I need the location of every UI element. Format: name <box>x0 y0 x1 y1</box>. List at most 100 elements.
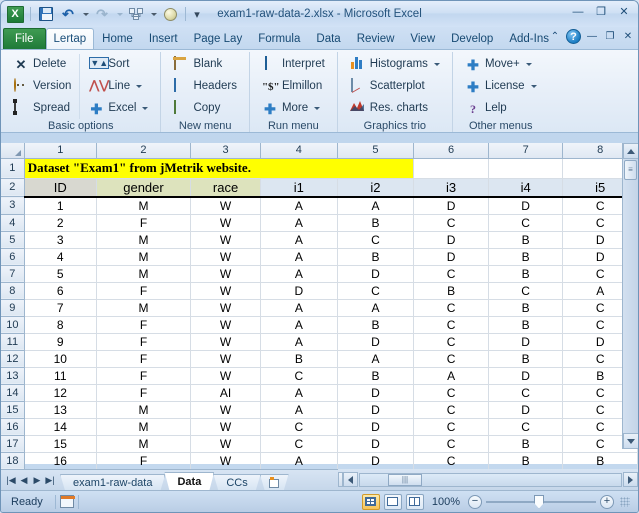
minimize-button[interactable]: — <box>568 4 588 19</box>
data-cell[interactable]: C <box>488 282 564 300</box>
data-cell[interactable]: C <box>413 350 489 368</box>
data-cell[interactable]: M <box>96 401 192 419</box>
ribbon-button-move-[interactable]: ✚ Move+ <box>460 54 542 75</box>
data-cell[interactable]: B <box>337 248 415 266</box>
data-cell[interactable]: C <box>413 299 489 317</box>
data-cell[interactable]: M <box>96 299 192 317</box>
column-header-6[interactable]: 6 <box>413 143 489 159</box>
data-cell[interactable]: A <box>337 299 415 317</box>
ribbon-tab-page-lay[interactable]: Page Lay <box>186 28 251 49</box>
data-cell[interactable]: 10 <box>24 350 97 368</box>
page-break-view-button[interactable] <box>405 493 424 510</box>
data-cell[interactable]: M <box>96 265 192 283</box>
zoom-out-button[interactable]: − <box>468 494 482 509</box>
data-cell[interactable]: F <box>96 333 192 351</box>
scroll-up-button[interactable] <box>623 143 638 159</box>
data-cell[interactable]: A <box>260 384 338 402</box>
column-header-2[interactable]: 2 <box>96 143 192 159</box>
data-cell[interactable]: B <box>488 248 564 266</box>
data-cell[interactable]: 16 <box>24 452 97 470</box>
column-label-i3[interactable]: i3 <box>413 178 489 198</box>
empty-cell[interactable] <box>488 158 564 179</box>
data-cell[interactable]: B <box>562 452 638 470</box>
data-cell[interactable]: C <box>337 282 415 300</box>
resize-grip[interactable] <box>620 496 630 507</box>
data-cell[interactable]: D <box>337 418 415 436</box>
data-cell[interactable]: M <box>96 231 192 249</box>
undo-dropdown-icon[interactable] <box>80 4 90 24</box>
data-cell[interactable]: C <box>260 418 338 436</box>
ribbon-button-histograms[interactable]: Histograms <box>345 54 445 75</box>
row-header-17[interactable]: 17 <box>1 435 25 453</box>
data-cell[interactable]: W <box>190 299 261 317</box>
scroll-down-button[interactable] <box>623 433 638 449</box>
data-cell[interactable]: D <box>337 384 415 402</box>
data-cell[interactable]: D <box>488 367 564 385</box>
row-header-10[interactable]: 10 <box>1 316 25 334</box>
help-icon[interactable]: ? <box>566 29 581 44</box>
data-cell[interactable]: A <box>260 401 338 419</box>
data-cell[interactable]: B <box>337 214 415 232</box>
data-cell[interactable]: D <box>413 196 489 215</box>
horizontal-scrollbar[interactable]: ||| <box>338 469 638 490</box>
data-cell[interactable]: A <box>260 214 338 232</box>
data-cell[interactable]: W <box>190 418 261 436</box>
hscroll-track[interactable]: ||| <box>359 472 622 487</box>
column-header-1[interactable]: 1 <box>24 143 97 159</box>
data-cell[interactable]: B <box>337 367 415 385</box>
ribbon-tab-review[interactable]: Review <box>349 28 403 49</box>
data-cell[interactable]: C <box>413 333 489 351</box>
ribbon-button-elmillon[interactable]: "$" Elmillon <box>257 76 330 97</box>
data-cell[interactable]: W <box>190 452 261 470</box>
row-header-2[interactable]: 2 <box>1 178 25 197</box>
ribbon-button-version[interactable]: Version <box>8 76 76 97</box>
data-cell[interactable]: D <box>488 333 564 351</box>
data-cell[interactable]: 8 <box>24 316 97 334</box>
ribbon-close-icon[interactable]: ✕ <box>621 31 635 42</box>
data-cell[interactable]: B <box>337 316 415 334</box>
empty-cell[interactable] <box>413 158 489 179</box>
column-label-gender[interactable]: gender <box>96 178 192 198</box>
zoom-in-button[interactable]: + <box>600 494 614 509</box>
redo-icon[interactable]: ↷ <box>92 4 112 24</box>
data-cell[interactable]: F <box>96 282 192 300</box>
data-cell[interactable]: D <box>337 401 415 419</box>
data-cell[interactable]: W <box>190 333 261 351</box>
sheet-tab-data[interactable]: Data <box>164 472 214 491</box>
row-header-15[interactable]: 15 <box>1 401 25 419</box>
undo-icon[interactable]: ↶ <box>58 4 78 24</box>
row-header-16[interactable]: 16 <box>1 418 25 436</box>
column-label-i4[interactable]: i4 <box>488 178 564 198</box>
data-cell[interactable]: A <box>337 196 415 215</box>
close-button[interactable]: ✕ <box>614 4 634 19</box>
ribbon-tab-data[interactable]: Data <box>308 28 348 49</box>
data-cell[interactable]: 2 <box>24 214 97 232</box>
customize-qat-icon[interactable]: ▾ <box>191 4 203 24</box>
dataset-title-cell[interactable]: Dataset "Exam1" from jMetrik website. <box>24 158 415 179</box>
row-header-3[interactable]: 3 <box>1 196 25 215</box>
ribbon-button-license[interactable]: ✚ License <box>460 76 542 97</box>
chevron-down-icon[interactable] <box>136 85 143 88</box>
ribbon-button-copy[interactable]: Copy <box>168 98 241 119</box>
normal-view-button[interactable] <box>361 493 380 510</box>
ribbon-tab-file[interactable]: File <box>3 28 46 49</box>
data-cell[interactable]: A <box>413 367 489 385</box>
vertical-scroll-thumb[interactable]: ≡ <box>624 160 637 180</box>
data-cell[interactable]: A <box>337 350 415 368</box>
ribbon-tab-develop[interactable]: Develop <box>443 28 501 49</box>
data-cell[interactable]: M <box>96 435 192 453</box>
data-cell[interactable]: W <box>190 350 261 368</box>
data-cell[interactable]: D <box>260 282 338 300</box>
sheet-tab-ccs[interactable]: CCs <box>213 474 260 491</box>
data-cell[interactable]: 14 <box>24 418 97 436</box>
data-cell[interactable]: B <box>488 350 564 368</box>
data-cell[interactable]: W <box>190 265 261 283</box>
data-cell[interactable]: W <box>190 231 261 249</box>
data-cell[interactable]: A <box>260 333 338 351</box>
ribbon-tab-view[interactable]: View <box>402 28 443 49</box>
scroll-right-button[interactable] <box>623 472 638 487</box>
data-cell[interactable]: M <box>96 196 192 215</box>
data-cell[interactable]: C <box>413 214 489 232</box>
data-cell[interactable]: B <box>488 299 564 317</box>
ribbon-button-scatterplot[interactable]: Scatterplot <box>345 76 445 97</box>
